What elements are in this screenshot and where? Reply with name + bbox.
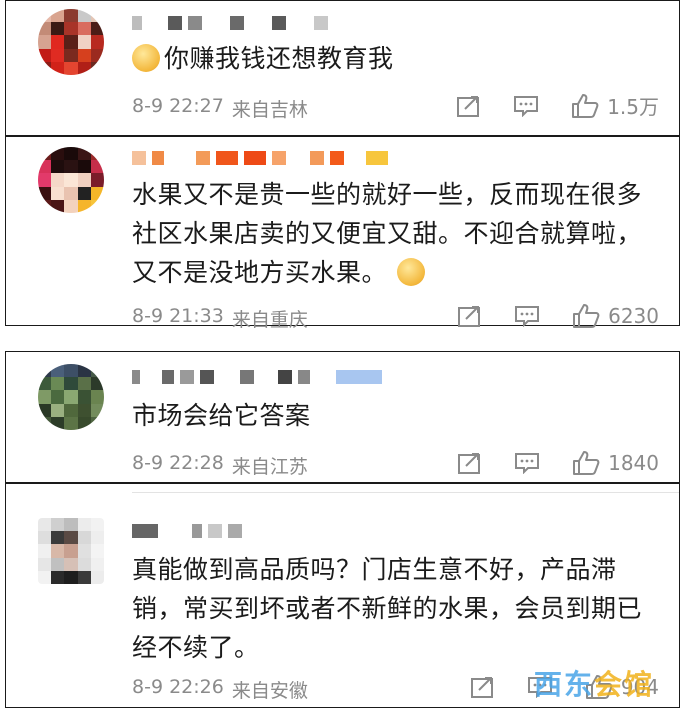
share-icon [457,95,480,117]
like-count: 1840 [608,451,659,475]
avatar[interactable] [38,9,104,75]
comment-actions: 1840 [426,450,659,476]
comment-button[interactable] [513,95,539,117]
thumbs-up-icon [573,451,600,475]
share-icon [458,306,481,327]
share-button[interactable] [458,305,482,327]
comment-location: 来自重庆 [231,309,308,331]
comment-icon [515,306,540,327]
comment-date: 8-9 22:28 [132,452,224,474]
thumbs-up-icon [572,93,599,118]
comment-button[interactable] [514,452,540,474]
share-button[interactable] [458,452,482,474]
comment-date: 8-9 21:33 [132,305,224,327]
watermark-logo: 西东会馆 [533,668,654,701]
username-blurred[interactable] [132,149,388,167]
share-button[interactable] [457,95,481,117]
like-count: 1.5万 [607,95,659,119]
share-icon [470,677,493,698]
comment-text: 水果又不是贵一些的就好一些，反而现在很多社区水果店卖的又便宜又甜。不迎合就算啦，… [132,180,643,287]
share-button[interactable] [470,676,495,698]
comment-text: 市场会给它答案 [132,401,311,430]
comment-meta: 8-9 21:33 来自重庆 [132,305,308,332]
like-button[interactable]: 6230 [572,303,659,329]
like-button[interactable]: 1840 [572,450,659,476]
share-icon [458,453,481,474]
comment-panel-top: 你赚我钱还想教育我 8-9 22:27 来自吉林 1.5万 水果又不是贵一些的就… [5,0,680,331]
like-count: 6230 [608,304,659,328]
comment-date: 8-9 22:26 [132,676,224,698]
comment-panel-bottom: 市场会给它答案 8-9 22:28 来自江苏 1840 真能做到高品质吗？门店生… [5,351,680,708]
like-button[interactable]: 1.5万 [571,91,659,120]
comment-meta: 8-9 22:26 来自安徽 [132,676,308,703]
avatar[interactable] [38,364,104,430]
comment-meta: 8-9 22:27 来自吉林 [132,95,308,122]
comment-location: 来自安徽 [231,680,308,702]
username-blurred[interactable] [132,14,328,32]
comment-icon [515,453,540,474]
comment-location: 来自江苏 [231,456,308,478]
thinking-face-icon [397,258,426,286]
comment-item: 水果又不是贵一些的就好一些，反而现在很多社区水果店卖的又便宜又甜。不迎合就算啦，… [6,137,679,331]
avatar[interactable] [38,518,104,584]
comment-date: 8-9 22:27 [132,95,224,117]
comment-text: 你赚我钱还想教育我 [132,39,657,78]
comment-location: 来自吉林 [231,99,308,121]
crying-face-icon [132,44,160,72]
comment-actions: 1.5万 [425,91,659,120]
comment-text: 真能做到高品质吗？门店生意不好，产品滞销，常买到坏或者不新鲜的水果，会员到期已经… [132,555,643,662]
avatar[interactable] [38,147,104,213]
comment-button[interactable] [514,305,540,327]
comment-meta: 8-9 22:28 来自江苏 [132,452,308,479]
username-blurred[interactable] [132,522,242,540]
comment-item: 你赚我钱还想教育我 8-9 22:27 来自吉林 1.5万 [6,1,679,137]
username-blurred[interactable] [132,368,382,386]
comment-item: 市场会给它答案 8-9 22:28 来自江苏 1840 [6,352,679,484]
comment-icon [514,95,539,117]
comment-actions: 6230 [426,303,659,329]
thumbs-up-icon [573,304,600,328]
